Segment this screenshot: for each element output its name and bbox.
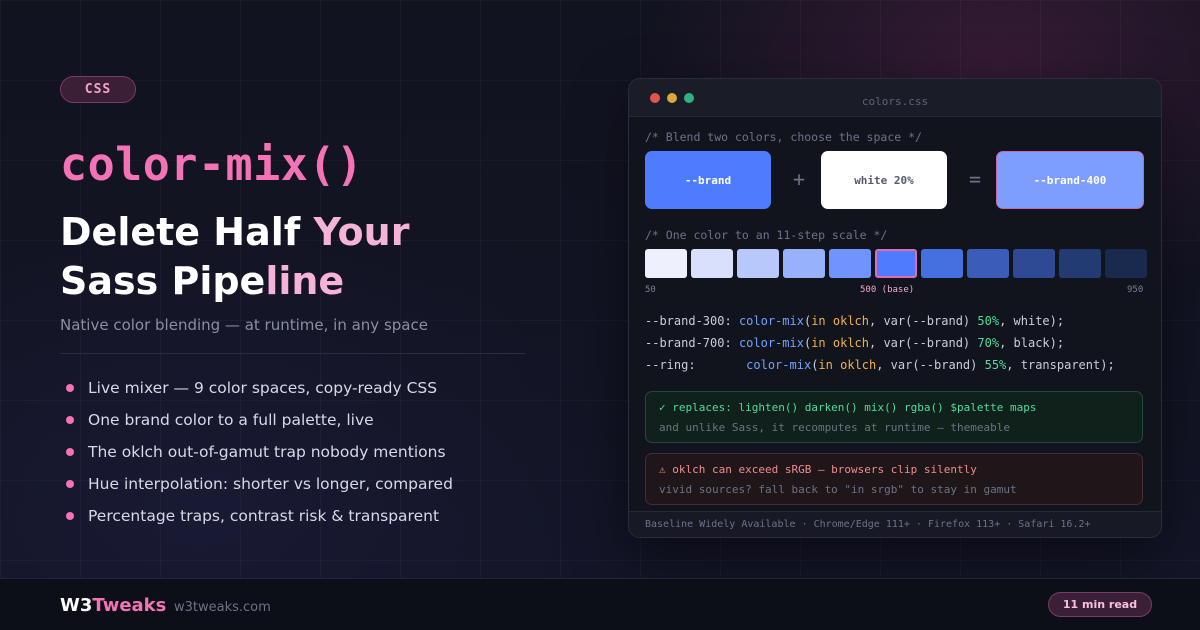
code-percent: 50% — [977, 314, 1000, 328]
code-block: --brand-300: color-mix(in oklch, var(--b… — [645, 314, 1115, 380]
code-property: --brand-700: — [645, 336, 732, 350]
scale-label-start: 50 — [645, 285, 656, 295]
read-time-badge: 11 min read — [1048, 592, 1152, 617]
code-var: var(--brand) — [890, 358, 978, 372]
brand-logo-suffix: Tweaks — [92, 595, 167, 616]
feature-text: Hue interpolation: shorter vs longer, co… — [88, 475, 453, 493]
code-function: color-mix — [746, 358, 812, 372]
feature-text: Percentage traps, contrast risk & transp… — [88, 507, 440, 525]
code-property: --brand-300: — [645, 314, 732, 328]
scale-step — [1013, 249, 1055, 278]
scale-step — [967, 249, 1009, 278]
code-tail: black); — [1013, 336, 1065, 350]
feature-item: One brand color to a full palette, live — [66, 404, 453, 436]
scale-label-base: 500 (base) — [860, 285, 915, 295]
feature-text: One brand color to a full palette, live — [88, 411, 374, 429]
replaces-callout-note: and unlike Sass, it recomputes at runtim… — [659, 421, 1010, 434]
divider — [60, 353, 525, 354]
scale-step — [691, 249, 733, 278]
headline-line2-text: Sass Pipe — [60, 259, 266, 303]
subtitle: Native color blending — at runtime, in a… — [60, 316, 428, 334]
code-percent: 70% — [977, 336, 1000, 350]
code-var: var(--brand) — [883, 314, 971, 328]
code-line: --brand-300: color-mix(in oklch, var(--b… — [645, 314, 1065, 328]
code-line: --ring: color-mix(in oklch, var(--brand)… — [645, 358, 1115, 372]
headline: Delete Half Your Sass Pipeline — [60, 208, 409, 306]
feature-item: Percentage traps, contrast risk & transp… — [66, 500, 453, 532]
headline-line2-accent: line — [265, 259, 345, 303]
code-tail: transparent); — [1020, 358, 1115, 372]
scale-step — [783, 249, 825, 278]
scale-step — [921, 249, 963, 278]
scale-step — [737, 249, 779, 278]
code-tail: white); — [1013, 314, 1065, 328]
code-property: --ring: — [645, 358, 696, 372]
feature-item: Hue interpolation: shorter vs longer, co… — [66, 468, 453, 500]
scale-step — [1105, 249, 1147, 278]
code-line: --brand-700: color-mix(in oklch, var(--b… — [645, 336, 1065, 350]
white-swatch: white 20% — [821, 151, 947, 209]
brand-swatch: --brand — [645, 151, 771, 209]
scale-label-end: 950 — [1127, 285, 1144, 295]
brand-logo-prefix: W3 — [60, 595, 93, 616]
headline-line1-accent: Your — [313, 210, 410, 254]
category-tag: CSS — [60, 76, 136, 103]
bullet-dot-icon — [66, 384, 74, 392]
blend-comment: /* Blend two colors, choose the space */ — [645, 130, 922, 144]
feature-text: Live mixer — 9 color spaces, copy-ready … — [88, 379, 438, 397]
site-domain[interactable]: w3tweaks.com — [174, 600, 271, 615]
color-scale — [645, 249, 1147, 278]
plus-operator: + — [792, 167, 806, 191]
code-pad — [732, 336, 739, 350]
gamut-warning-callout: ⚠ oklch can exceed sRGB — browsers clip … — [645, 453, 1143, 505]
function-title: color-mix() — [60, 138, 364, 191]
code-pad — [696, 358, 747, 372]
equals-operator: = — [968, 167, 982, 191]
replaces-callout-title: ✓ replaces: lighten() darken() mix() rgb… — [659, 401, 1037, 414]
scale-step — [1059, 249, 1101, 278]
replaces-callout: ✓ replaces: lighten() darken() mix() rgb… — [645, 391, 1143, 443]
bullet-dot-icon — [66, 416, 74, 424]
window-titlebar: colors.css — [629, 79, 1161, 117]
feature-text: The oklch out-of-gamut trap nobody menti… — [88, 443, 446, 461]
bullet-dot-icon — [66, 512, 74, 520]
code-color-space: in oklch — [811, 314, 869, 328]
scale-step — [875, 249, 917, 278]
headline-line-2: Sass Pipeline — [60, 257, 409, 306]
bullet-dot-icon — [66, 480, 74, 488]
headline-line-1: Delete Half Your — [60, 208, 409, 257]
code-window: colors.css /* Blend two colors, choose t… — [628, 78, 1162, 538]
scale-step — [645, 249, 687, 278]
scale-step — [829, 249, 871, 278]
gamut-warning-title: ⚠ oklch can exceed sRGB — browsers clip … — [659, 463, 977, 476]
window-filename: colors.css — [861, 95, 929, 108]
browser-support-statusbar: Baseline Widely Available · Chrome/Edge … — [629, 511, 1161, 537]
scale-comment: /* One color to an 11-step scale */ — [645, 228, 888, 242]
code-color-space: in oklch — [811, 336, 869, 350]
result-swatch: --brand-400 — [996, 151, 1144, 209]
code-color-space: in oklch — [818, 358, 877, 372]
code-function: color-mix — [738, 314, 804, 328]
footer: W3Tweaks w3tweaks.com 11 min read — [0, 578, 1200, 630]
code-percent: 55% — [984, 358, 1007, 372]
headline-line1-text: Delete Half — [60, 210, 314, 254]
bullet-dot-icon — [66, 448, 74, 456]
feature-item: Live mixer — 9 color spaces, copy-ready … — [66, 372, 453, 404]
code-var: var(--brand) — [883, 336, 971, 350]
code-pad — [732, 314, 739, 328]
feature-list: Live mixer — 9 color spaces, copy-ready … — [66, 372, 453, 532]
feature-item: The oklch out-of-gamut trap nobody menti… — [66, 436, 453, 468]
brand-logo[interactable]: W3Tweaks — [60, 595, 166, 616]
gamut-warning-note: vivid sources? fall back to "in srgb" to… — [659, 483, 1017, 496]
code-function: color-mix — [738, 336, 804, 350]
